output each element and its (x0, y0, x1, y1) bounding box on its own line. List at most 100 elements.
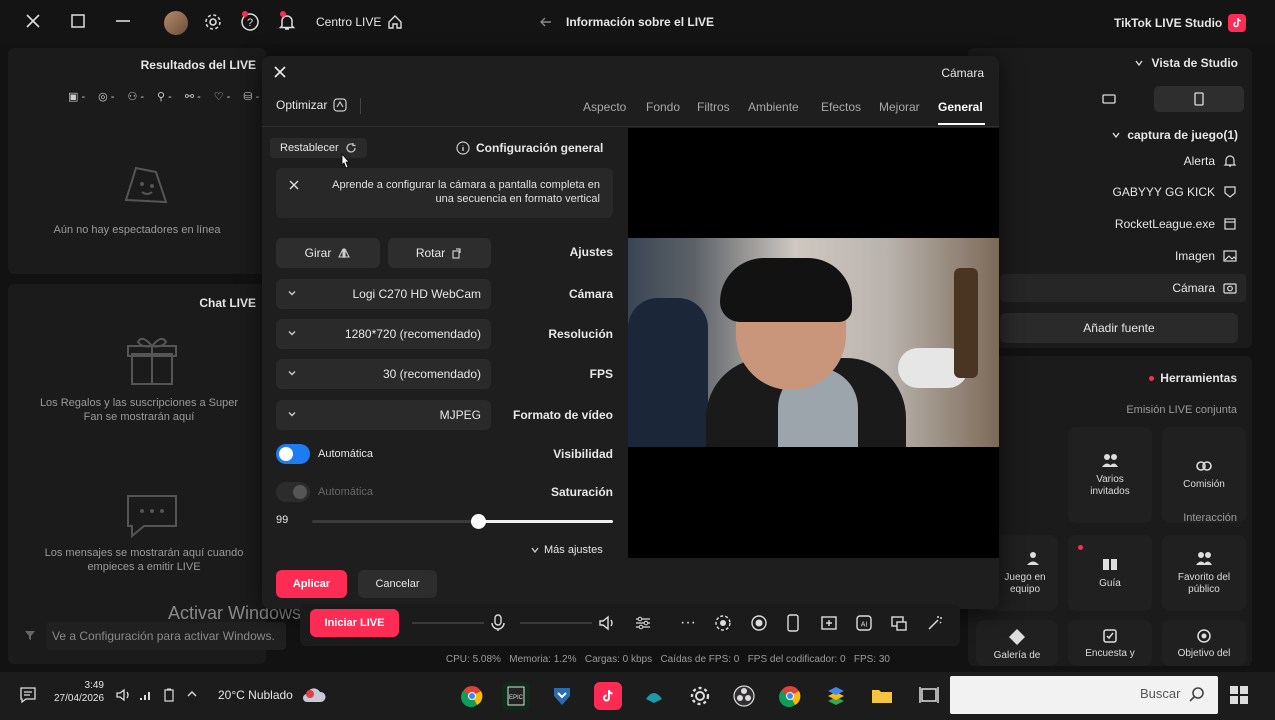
saturation-label: Saturación (550, 485, 613, 499)
shield-app-icon[interactable] (548, 682, 576, 710)
goal-tool[interactable]: Objetivo del (1162, 620, 1246, 666)
record-icon[interactable] (750, 614, 768, 632)
microphone-icon[interactable] (490, 614, 506, 632)
saturation-toggle[interactable] (276, 482, 310, 502)
person-left-silhouette (628, 298, 708, 447)
toggle-knob (279, 447, 293, 461)
more-options-icon[interactable]: ··· (680, 614, 696, 632)
bluestacks-icon[interactable] (822, 682, 850, 710)
gallery-tool[interactable]: Galería de (976, 620, 1058, 666)
speaker-icon[interactable] (598, 614, 616, 632)
source-label: Alerta (1183, 154, 1215, 168)
camera-select[interactable]: Logi C270 HD WebCam (276, 279, 491, 309)
task-view-icon[interactable] (918, 684, 940, 706)
cancel-button[interactable]: Cancelar (358, 570, 437, 598)
messages-empty-text: Los mensajes se mostrarán aquí cuando em… (44, 547, 244, 573)
avatar[interactable] (164, 11, 188, 35)
add-scene-icon[interactable] (820, 614, 838, 632)
start-icon[interactable] (1228, 684, 1250, 706)
sliders-icon[interactable] (634, 614, 652, 632)
source-image[interactable]: Imagen (1175, 249, 1237, 263)
obs-icon[interactable] (730, 682, 758, 710)
portrait-icon (1194, 92, 1204, 106)
live-center-button[interactable]: Centro LIVE (316, 14, 403, 30)
live-info-button[interactable]: Información sobre el LIVE (540, 14, 714, 30)
magic-wand-icon[interactable] (926, 614, 944, 632)
tab-ambience[interactable]: Ambiente (748, 100, 799, 114)
weather-widget[interactable]: 20°C Nublado (218, 686, 327, 704)
resolution-label: Resolución (548, 327, 613, 341)
fps-select[interactable]: 30 (recomendado) (276, 359, 491, 389)
tab-filters[interactable]: Filtros (697, 100, 730, 114)
mic-volume-slider[interactable] (412, 622, 484, 624)
battery-icon[interactable] (162, 688, 176, 702)
tab-general[interactable]: General (938, 100, 983, 114)
gallery-icon (1008, 628, 1026, 646)
tab-effects[interactable]: Efectos (821, 100, 861, 114)
ai-icon[interactable]: AI (855, 614, 873, 632)
slider-track[interactable] (312, 514, 613, 529)
apply-button[interactable]: Aplicar (276, 570, 347, 598)
phone-icon[interactable] (786, 614, 800, 632)
tab-appearance[interactable]: Aspecto (583, 100, 626, 114)
settings-gear-icon[interactable] (686, 682, 714, 710)
file-explorer-icon[interactable] (868, 682, 896, 710)
notification-center-icon[interactable] (18, 685, 38, 705)
public-favorite-tool[interactable]: Favorito del público (1162, 535, 1246, 611)
settings-icon[interactable] (203, 12, 223, 32)
resolution-select[interactable]: 1280*720 (recomendado) (276, 319, 491, 349)
rotate-button[interactable]: Rotar (388, 238, 491, 268)
screen-share-icon[interactable] (890, 614, 908, 632)
steam-icon[interactable] (640, 682, 668, 710)
commission-tool[interactable]: Comisión (1162, 427, 1246, 523)
info-icon[interactable] (456, 141, 470, 155)
flip-button[interactable]: Girar (276, 238, 380, 268)
more-settings-button[interactable]: Más ajustes (530, 544, 603, 556)
chrome-icon[interactable] (458, 682, 486, 710)
close-dialog-icon[interactable] (272, 64, 288, 80)
studio-view-dropdown[interactable]: Vista de Studio (1134, 56, 1238, 70)
filter-icon[interactable] (24, 629, 36, 641)
speaker-volume-slider[interactable] (520, 622, 592, 624)
reset-label: Restablecer (280, 142, 339, 154)
source-text[interactable]: GABYYY GG KICK (1113, 185, 1237, 199)
start-live-button[interactable]: Iniciar LIVE (310, 609, 399, 637)
horizontal-layout-tab[interactable] (1064, 86, 1154, 112)
optimize-button[interactable]: Optimizar (276, 98, 347, 112)
slider-value: 99 (276, 514, 289, 526)
multi-guests-tool[interactable]: Varios invitados (1068, 427, 1152, 523)
volume-icon[interactable] (116, 688, 132, 702)
survey-tool[interactable]: Encuesta y (1068, 620, 1152, 666)
tab-background[interactable]: Fondo (646, 100, 680, 114)
clock[interactable]: 3:49 27/04/2026 (54, 679, 104, 705)
maximize-icon[interactable] (70, 13, 86, 29)
network-icon[interactable] (138, 688, 152, 702)
visibility-toggle[interactable] (276, 444, 310, 464)
tab-enhance[interactable]: Mejorar (879, 100, 920, 114)
clock-time: 3:49 (84, 680, 104, 691)
source-camera[interactable]: Cámara (1172, 281, 1237, 295)
slider-knob[interactable] (471, 514, 486, 529)
optimize-label: Optimizar (276, 98, 328, 112)
camera-icon (1223, 281, 1237, 295)
tip-text[interactable]: Aprende a configurar la cámara a pantall… (326, 178, 600, 206)
recording-settings-icon[interactable] (714, 614, 732, 632)
search-icon (1188, 686, 1206, 704)
minimize-icon[interactable] (114, 13, 132, 29)
add-source-button[interactable]: Añadir fuente (1000, 313, 1238, 343)
tray-chevron-icon[interactable] (186, 688, 198, 700)
close-tip-icon[interactable] (288, 179, 300, 191)
close-window-icon[interactable] (24, 12, 42, 30)
source-game[interactable]: RocketLeague.exe (1115, 217, 1237, 231)
results-title: Resultados del LIVE (140, 58, 256, 72)
vertical-layout-tab[interactable] (1154, 86, 1244, 112)
gallery-label: Galería de (993, 650, 1041, 661)
epic-app-icon[interactable]: EPIC (502, 682, 530, 710)
tiktok-live-studio-icon[interactable] (594, 682, 622, 710)
scene-selector[interactable]: captura de juego(1) (1111, 128, 1238, 142)
chrome-alt-icon[interactable] (776, 682, 804, 710)
format-select[interactable]: MJPEG (276, 400, 491, 430)
camera-feed-image (628, 238, 999, 447)
window-icon (1223, 217, 1237, 231)
source-alert[interactable]: Alerta (1184, 154, 1237, 168)
